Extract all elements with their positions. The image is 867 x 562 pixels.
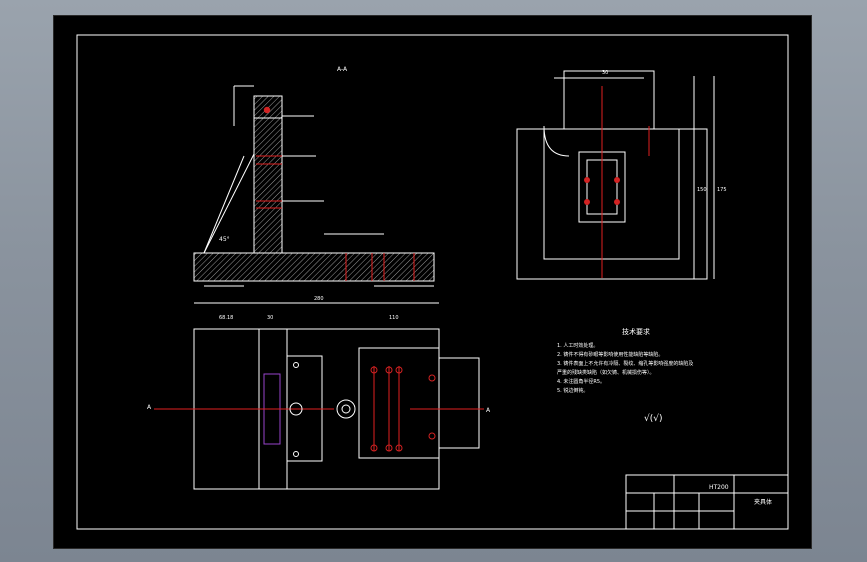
side-view: 30 150 175 (516, 70, 727, 280)
angle-label: 45° (219, 236, 230, 243)
note-line-3: 3. 铸件表面上不允许有冷隔、裂纹、缩孔等影响强度的缺陷及 (557, 360, 693, 367)
right-height: 150 (697, 187, 707, 193)
seg2-dim: 30 (267, 315, 273, 321)
section-view-aa: A-A 45° (193, 66, 435, 287)
note-line-6: 5. 锐边倒钝。 (557, 387, 588, 394)
overall-dim: 280 (314, 296, 324, 302)
title-block: HT200 夹具体 (625, 474, 789, 530)
right-height2: 175 (717, 187, 727, 193)
section-mark-right: A (486, 407, 491, 414)
drawing-svg: A-A 45° 30 150 175 280 68.18 30 110 A A … (76, 34, 789, 530)
notes-title: 技术要求 (622, 327, 650, 336)
note-line-4: 严重的残缺类缺陷（如欠铸、机械损伤等）。 (557, 369, 655, 376)
section-label: A-A (337, 66, 348, 73)
technical-notes: 技术要求 1. 人工时效处理。 2. 铸件不得有砂眼等影响使用性能缺陷等缺陷。 … (557, 327, 693, 424)
drawing-name: 夹具体 (754, 498, 772, 506)
hole-marker (263, 106, 271, 114)
seg1-dim: 68.18 (219, 315, 233, 321)
note-line-1: 1. 人工时效处理。 (557, 342, 598, 349)
note-line-2: 2. 铸件不得有砂眼等影响使用性能缺陷等缺陷。 (557, 351, 663, 358)
seg3-dim: 110 (389, 315, 399, 321)
roughness-symbol: √(√) (644, 413, 663, 424)
right-view-width: 30 (602, 70, 608, 76)
inner-border (76, 34, 789, 530)
plan-view: 280 68.18 30 110 A A (147, 296, 491, 490)
note-line-5: 4. 未注圆角半径R5。 (557, 378, 605, 385)
drawing-sheet: A-A 45° 30 150 175 280 68.18 30 110 A A … (53, 15, 812, 549)
section-mark-left: A (147, 404, 152, 411)
material-label: HT200 (709, 484, 729, 491)
